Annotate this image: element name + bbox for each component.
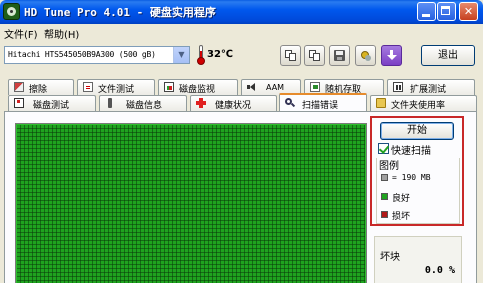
- copy-screenshot-button[interactable]: [304, 45, 325, 66]
- maximize-button[interactable]: [437, 2, 456, 21]
- tab-health[interactable]: 健康状况: [190, 95, 277, 111]
- erase-icon: [14, 82, 24, 92]
- download-icon: [386, 50, 397, 61]
- chevron-down-icon[interactable]: ▼: [173, 47, 189, 63]
- options-button[interactable]: [355, 45, 376, 66]
- benchmark-icon: [14, 98, 24, 108]
- error-scan-panel: 开始 快速扫描 图例 = 190 MB 良好 损坏 坏块 0.0 %: [4, 112, 477, 283]
- menu-file[interactable]: 文件(F): [4, 26, 38, 41]
- menu-help[interactable]: 帮助(H): [44, 26, 79, 41]
- legend-item: = 190 MB: [381, 172, 459, 184]
- tab-file-test[interactable]: 文件测试: [77, 79, 155, 95]
- save-button[interactable]: [329, 45, 350, 66]
- disk-monitor-icon: [164, 82, 174, 92]
- quick-scan-option[interactable]: 快速扫描: [378, 142, 462, 157]
- tab-benchmark[interactable]: 磁盘测试: [8, 95, 96, 111]
- legend-title: 图例: [378, 157, 400, 172]
- copy-text-button[interactable]: [280, 45, 301, 66]
- tab-info[interactable]: 磁盘信息: [99, 95, 187, 111]
- damaged-blocks-box: 坏块 0.0 %: [374, 236, 462, 283]
- tab-disk-monitor[interactable]: 磁盘监视: [158, 79, 238, 95]
- random-access-icon: [310, 82, 320, 92]
- legend: 图例 = 190 MB 良好 损坏: [376, 157, 460, 224]
- minimize-icon: [422, 14, 430, 17]
- app-icon: [3, 3, 20, 20]
- toolbar: Hitachi HTS545050B9A300 (500 gB) ▼ 32℃ 退…: [0, 41, 483, 71]
- magnifier-icon: [285, 98, 295, 108]
- health-cross-icon: [196, 98, 206, 108]
- legend-swatch-good: [381, 193, 388, 200]
- save-icon: [334, 50, 345, 61]
- options-icon: [360, 50, 371, 61]
- tab-error-scan[interactable]: 扫描错误: [279, 93, 367, 111]
- legend-label: 损坏: [392, 212, 411, 222]
- drive-select[interactable]: Hitachi HTS545050B9A300 (500 gB) ▼: [4, 46, 190, 64]
- hdtune-window: HD Tune Pro 4.01 - 硬盘实用程序 ✕ 文件(F) 帮助(H) …: [0, 0, 483, 283]
- copy-screenshot-icon: [309, 50, 320, 61]
- folder-icon: [376, 98, 386, 108]
- legend-swatch-damaged: [381, 211, 388, 218]
- scan-block-map: [15, 123, 367, 283]
- start-button[interactable]: 开始: [380, 122, 454, 140]
- speaker-icon: [247, 82, 257, 92]
- info-icon: [105, 98, 115, 108]
- tab-folder-usage[interactable]: 文件夹使用率: [370, 95, 477, 111]
- window-title: HD Tune Pro 4.01 - 硬盘实用程序: [24, 6, 216, 19]
- download-button[interactable]: [381, 45, 402, 66]
- tab-extra-tests[interactable]: 扩展测试: [387, 79, 475, 95]
- damaged-blocks-value: 0.0 %: [424, 265, 455, 276]
- drive-select-value: Hitachi HTS545050B9A300 (500 gB): [8, 50, 156, 59]
- scan-controls-highlight: 开始 快速扫描 图例 = 190 MB 良好 损坏: [370, 116, 464, 226]
- thermometer-icon: [196, 45, 206, 65]
- minimize-button[interactable]: [417, 2, 436, 21]
- legend-item: 良好: [381, 191, 459, 204]
- legend-swatch-block: [381, 174, 388, 181]
- quick-scan-label: 快速扫描: [391, 146, 431, 157]
- exit-button[interactable]: 退出: [421, 45, 475, 66]
- file-test-icon: [83, 82, 93, 92]
- quick-scan-checkbox[interactable]: [378, 143, 390, 154]
- title-bar[interactable]: HD Tune Pro 4.01 - 硬盘实用程序 ✕: [0, 0, 483, 24]
- menu-bar: 文件(F) 帮助(H): [0, 24, 483, 41]
- tab-erase[interactable]: 擦除: [8, 79, 74, 95]
- copy-text-icon: [285, 50, 296, 61]
- damaged-blocks-label: 坏块: [380, 252, 400, 263]
- temperature-readout: 32℃: [207, 49, 234, 60]
- legend-label: 良好: [392, 194, 411, 204]
- close-icon: ✕: [463, 5, 474, 18]
- legend-item: 损坏: [381, 209, 459, 222]
- legend-label: = 190 MB: [392, 173, 431, 182]
- close-button[interactable]: ✕: [459, 2, 478, 21]
- extra-tests-icon: [393, 82, 403, 92]
- check-icon: [378, 143, 390, 154]
- maximize-icon: [441, 6, 450, 15]
